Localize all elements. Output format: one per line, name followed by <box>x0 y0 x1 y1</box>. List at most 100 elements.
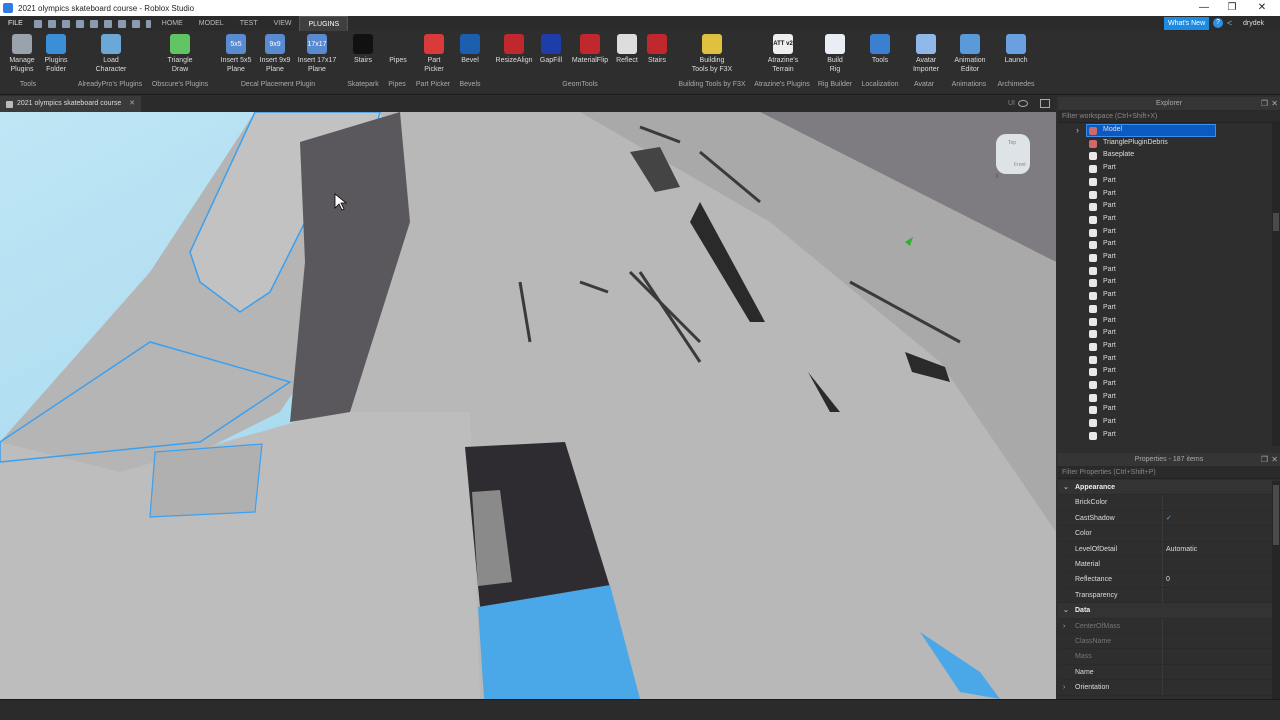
explorer-item[interactable]: Part <box>1058 188 1272 201</box>
3d-viewport[interactable]: Top Front X <box>0 112 1056 699</box>
explorer-item[interactable]: Part <box>1058 175 1272 188</box>
explorer-item[interactable]: Part <box>1058 327 1272 340</box>
tab-test[interactable]: TEST <box>232 16 266 31</box>
explorer-item[interactable]: Part <box>1058 340 1272 353</box>
property-row[interactable]: Material <box>1058 557 1272 573</box>
paste-icon[interactable] <box>103 19 112 28</box>
expand-arrow-icon[interactable]: › <box>1076 124 1079 137</box>
explorer-item[interactable]: Part <box>1058 251 1272 264</box>
properties-close-icon[interactable]: ✕ <box>1271 453 1278 466</box>
explorer-item[interactable]: Part <box>1058 264 1272 277</box>
explorer-item[interactable]: Part <box>1058 302 1272 315</box>
ribbon-button-0[interactable]: Manage Plugins <box>8 34 36 74</box>
ribbon-button-12[interactable]: GapFill <box>538 34 564 65</box>
explorer-filter-input[interactable]: Filter workspace (Ctrl+Shift+X) <box>1058 110 1280 123</box>
explorer-item[interactable]: Part <box>1058 238 1272 251</box>
undo-icon[interactable] <box>47 19 56 28</box>
ribbon-button-13[interactable]: MaterialFlip <box>568 34 612 65</box>
explorer-item[interactable]: › Model <box>1058 124 1272 137</box>
group-icon[interactable] <box>131 19 140 28</box>
property-row[interactable]: Color <box>1058 526 1272 542</box>
ribbon-button-20[interactable]: Avatar Importer <box>908 34 944 74</box>
properties-float-icon[interactable]: ❐ <box>1261 453 1268 466</box>
share-icon[interactable]: < <box>1227 18 1237 28</box>
publish-icon[interactable] <box>75 19 84 28</box>
copy-icon[interactable] <box>89 19 98 28</box>
explorer-item[interactable]: Part <box>1058 429 1272 442</box>
ui-toggle-icon[interactable]: UI <box>1008 100 1015 107</box>
explorer-item[interactable]: Part <box>1058 276 1272 289</box>
ribbon-button-11[interactable]: ResizeAlign <box>494 34 534 65</box>
explorer-float-icon[interactable]: ❐ <box>1261 97 1268 110</box>
explorer-item[interactable]: Part <box>1058 353 1272 366</box>
properties-scrollbar[interactable] <box>1272 481 1280 699</box>
visibility-eye-icon[interactable] <box>1018 100 1028 107</box>
tab-model[interactable]: MODEL <box>191 16 232 31</box>
document-tab[interactable]: 2021 olympics skateboard course ✕ <box>0 96 142 112</box>
property-row[interactable]: CastShadow ✓ <box>1058 510 1272 527</box>
properties-filter-input[interactable]: Filter Properties (Ctrl+Shift+P) <box>1058 466 1280 479</box>
ribbon-button-16[interactable]: Building Tools by F3X <box>690 34 734 74</box>
explorer-item[interactable]: TrianglePluginDebris <box>1058 137 1272 150</box>
explorer-close-icon[interactable]: ✕ <box>1271 97 1278 110</box>
ribbon-button-17[interactable]: ATT v2 Atrazine's Terrain <box>765 34 801 74</box>
duplicate-icon[interactable] <box>117 19 126 28</box>
file-menu[interactable]: FILE <box>0 20 31 27</box>
property-value[interactable]: ✓ <box>1166 511 1172 526</box>
quick-access-more-icon[interactable] <box>145 19 151 28</box>
minimize-button[interactable]: — <box>1190 0 1218 16</box>
property-row[interactable]: Name <box>1058 664 1272 681</box>
viewport-scene[interactable] <box>0 112 1056 699</box>
property-row[interactable]: BrickColor <box>1058 495 1272 511</box>
property-row[interactable]: LevelOfDetail Automatic <box>1058 541 1272 557</box>
property-row[interactable]: Mass <box>1058 649 1272 665</box>
ribbon-button-18[interactable]: Build Rig <box>822 34 848 74</box>
ribbon-button-19[interactable]: Tools <box>867 34 893 65</box>
redo-icon[interactable] <box>61 19 70 28</box>
ribbon-button-2[interactable]: Load Character <box>92 34 130 74</box>
username[interactable]: drydek <box>1243 16 1264 31</box>
whats-new-button[interactable]: What's New <box>1164 17 1210 30</box>
property-row[interactable]: › CenterOfMass <box>1058 618 1272 634</box>
expand-icon[interactable]: › <box>1063 619 1065 634</box>
ribbon-button-3[interactable]: Triangle Draw <box>166 34 194 74</box>
ribbon-button-21[interactable]: Animation Editor <box>952 34 988 74</box>
ribbon-button-15[interactable]: Stairs <box>645 34 669 65</box>
close-tab-icon[interactable]: ✕ <box>129 96 135 112</box>
ribbon-button-14[interactable]: Reflect <box>614 34 640 65</box>
expand-icon[interactable]: › <box>1063 680 1065 695</box>
explorer-item[interactable]: Part <box>1058 162 1272 175</box>
explorer-item[interactable]: Part <box>1058 289 1272 302</box>
explorer-item[interactable]: Part <box>1058 391 1272 404</box>
ribbon-button-5[interactable]: 9x9 Insert 9x9 Plane <box>258 34 292 74</box>
ribbon-button-7[interactable]: Stairs <box>350 34 376 65</box>
explorer-item[interactable]: Part <box>1058 416 1272 429</box>
tab-view[interactable]: VIEW <box>266 16 300 31</box>
ribbon-button-6[interactable]: 17x17 Insert 17x17 Plane <box>297 34 337 74</box>
property-row[interactable]: ClassName <box>1058 634 1272 650</box>
explorer-item[interactable]: Part <box>1058 226 1272 239</box>
explorer-scrollbar[interactable] <box>1272 123 1280 446</box>
explorer-item[interactable]: Part <box>1058 315 1272 328</box>
property-row[interactable]: › Orientation <box>1058 680 1272 696</box>
view-cube-top-label[interactable]: Top <box>1008 140 1016 146</box>
property-category[interactable]: ⌄ Appearance <box>1058 480 1272 496</box>
new-file-icon[interactable] <box>33 19 42 28</box>
maximize-button[interactable]: ❐ <box>1218 0 1246 16</box>
ribbon-button-10[interactable]: Bevel <box>459 34 481 65</box>
ribbon-button-22[interactable]: Launch <box>1002 34 1030 65</box>
ribbon-button-1[interactable]: Plugins Folder <box>42 34 70 74</box>
property-category[interactable]: ⌄ Data <box>1058 603 1272 619</box>
property-row[interactable]: Transparency <box>1058 587 1272 604</box>
view-cube-front-label[interactable]: Front <box>1014 162 1026 168</box>
ribbon-button-8[interactable]: Pipes <box>386 34 410 65</box>
explorer-item[interactable]: Part <box>1058 213 1272 226</box>
collapse-icon[interactable]: ⌄ <box>1063 480 1069 495</box>
ribbon-button-4[interactable]: 5x5 Insert 5x5 Plane <box>219 34 253 74</box>
explorer-item[interactable]: Part <box>1058 378 1272 391</box>
explorer-item[interactable]: Part <box>1058 403 1272 416</box>
tab-plugins[interactable]: PLUGINS <box>299 16 349 31</box>
property-row[interactable]: Reflectance 0 <box>1058 572 1272 588</box>
view-cube[interactable]: Top Front X <box>992 132 1036 180</box>
explorer-item[interactable]: Baseplate <box>1058 149 1272 162</box>
